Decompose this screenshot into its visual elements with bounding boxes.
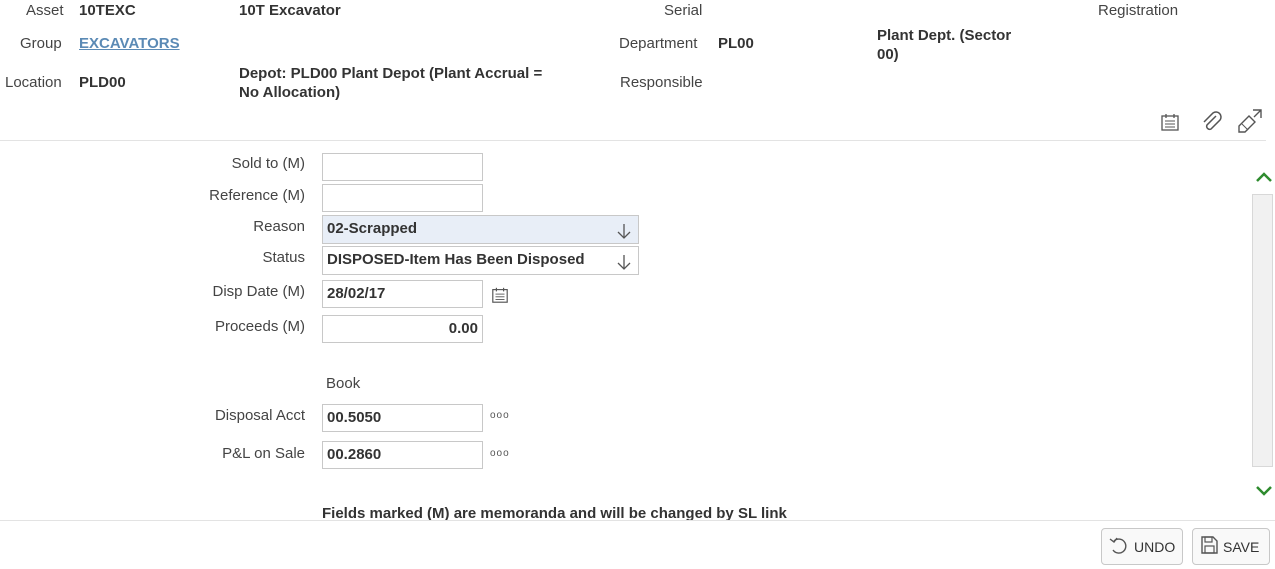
disposal-acct-input[interactable]: 00.5050 (322, 404, 483, 432)
department-value: PL00 (718, 35, 754, 52)
footer-bar (0, 521, 1275, 569)
status-value: DISPOSED-Item Has Been Disposed (327, 251, 585, 268)
proceeds-label: Proceeds (M) (214, 318, 305, 335)
book-heading: Book (326, 375, 361, 392)
scroll-down-icon[interactable] (1255, 484, 1273, 502)
undo-icon (1108, 534, 1130, 559)
sold-to-label: Sold to (M) (231, 155, 305, 172)
scrollbar[interactable] (1252, 194, 1273, 467)
undo-label: UNDO (1134, 538, 1176, 555)
location-description: Depot: PLD00 Plant Depot (Plant Accrual … (239, 65, 543, 101)
location-label: Location (5, 74, 62, 91)
asset-value: 10TEXC (79, 2, 136, 19)
reason-select[interactable]: 02-Scrapped (322, 215, 639, 244)
reference-label: Reference (M) (209, 187, 305, 204)
status-label: Status (262, 249, 305, 266)
group-link[interactable]: EXCAVATORS (79, 35, 180, 52)
pl-on-sale-input[interactable]: 00.2860 (322, 441, 483, 469)
header-divider (0, 140, 1266, 141)
asset-description: 10T Excavator (239, 2, 341, 19)
responsible-label: Responsible (620, 74, 703, 91)
footer-divider (0, 520, 1275, 521)
save-label: SAVE (1223, 538, 1260, 555)
status-select[interactable]: DISPOSED-Item Has Been Disposed (322, 246, 639, 275)
arrow-down-icon (616, 222, 632, 249)
save-button[interactable]: SAVE (1192, 528, 1270, 565)
registration-label: Registration (1098, 2, 1179, 19)
serial-label: Serial (664, 2, 703, 19)
paperclip-icon[interactable] (1200, 110, 1224, 138)
pl-on-sale-label: P&L on Sale (222, 445, 305, 462)
disposal-acct-label: Disposal Acct (214, 407, 305, 424)
reference-input[interactable] (322, 184, 483, 212)
group-label: Group (20, 35, 62, 52)
undo-button[interactable]: UNDO (1101, 528, 1183, 565)
disp-date-input[interactable]: 28/02/17 (322, 280, 483, 308)
pl-on-sale-lookup-icon[interactable]: ooo (490, 448, 510, 459)
disposal-acct-lookup-icon[interactable]: ooo (490, 410, 510, 421)
edit-expand-icon[interactable] (1235, 108, 1263, 140)
department-label: Department (619, 35, 698, 52)
reason-value: 02-Scrapped (327, 220, 418, 237)
date-picker-icon[interactable] (491, 286, 509, 308)
proceeds-input[interactable]: 0.00 (322, 315, 483, 343)
calendar-icon[interactable] (1160, 112, 1180, 136)
department-description: Plant Dept. (Sector 00) (877, 27, 1012, 63)
sold-to-input[interactable] (322, 153, 483, 181)
save-icon (1199, 535, 1219, 558)
scroll-up-icon[interactable] (1255, 170, 1273, 188)
disp-date-label: Disp Date (M) (212, 283, 305, 300)
arrow-down-icon (616, 253, 632, 280)
reason-label: Reason (253, 218, 305, 235)
asset-label: Asset (26, 2, 64, 19)
location-value: PLD00 (79, 74, 126, 91)
